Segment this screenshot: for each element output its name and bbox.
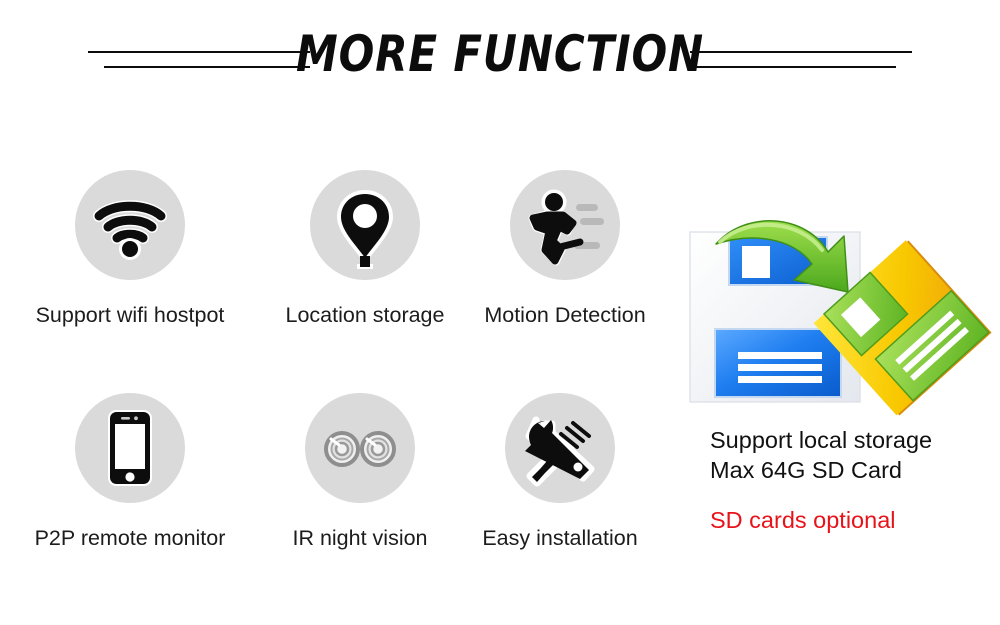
icon-disc — [305, 393, 415, 503]
feature-item-wifi: Support wifi hostpot — [20, 170, 240, 328]
page-header: MORE FUNCTION — [0, 0, 1000, 110]
storage-text-block: Support local storage Max 64G SD Card SD… — [710, 425, 1000, 535]
icon-disc — [75, 393, 185, 503]
feature-label: Easy installation — [482, 526, 638, 550]
icon-disc — [510, 170, 620, 280]
icon-disc — [310, 170, 420, 280]
icon-disc — [75, 170, 185, 280]
wifi-icon — [93, 200, 167, 260]
smartphone-icon — [108, 410, 152, 486]
feature-item-location: Location storage — [255, 170, 475, 328]
feature-item-p2p: P2P remote monitor — [20, 393, 240, 551]
storage-note: SD cards optional — [710, 507, 896, 533]
running-person-icon — [528, 189, 604, 266]
feature-label: Support wifi hostpot — [35, 303, 225, 327]
feature-item-installation: Easy installation — [450, 393, 670, 551]
feature-label: Location storage — [285, 303, 445, 327]
map-pin-icon — [337, 190, 393, 269]
storage-line-2: Max 64G SD Card — [710, 457, 902, 483]
save-to-sd-card-illustration — [689, 220, 992, 416]
storage-line-1: Support local storage — [710, 427, 933, 453]
feature-item-ir: IR night vision — [250, 393, 470, 551]
feature-label: P2P remote monitor — [34, 526, 226, 550]
wrench-screwdriver-icon — [525, 416, 595, 487]
feature-label: IR night vision — [292, 526, 428, 550]
blue-disk-label — [714, 328, 842, 398]
icon-disc — [505, 393, 615, 503]
page-title: MORE FUNCTION — [296, 25, 704, 83]
ir-led-lenses-icon — [324, 431, 396, 467]
feature-item-motion: Motion Detection — [455, 170, 675, 328]
feature-label: Motion Detection — [484, 303, 646, 327]
feature-grid: Support wifi hostpot Location storage Mo… — [0, 150, 690, 590]
